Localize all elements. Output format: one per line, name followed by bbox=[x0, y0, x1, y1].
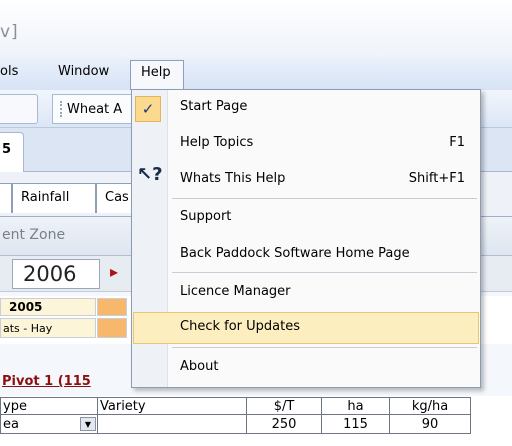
tab-previous[interactable] bbox=[0, 183, 12, 213]
chevron-down-icon[interactable]: ▼ bbox=[80, 417, 96, 431]
crop-combo-value: Wheat A bbox=[67, 102, 123, 117]
column-header-variety: Variety bbox=[97, 397, 247, 415]
tab-rainfall[interactable]: Rainfall bbox=[12, 183, 96, 213]
menu-item-label: Help Topics bbox=[180, 135, 254, 150]
menu-item-home-page[interactable]: Back Paddock Software Home Page bbox=[133, 239, 479, 271]
menu-item-start-page[interactable]: Start Page bbox=[133, 92, 479, 124]
toolbar-button[interactable] bbox=[0, 94, 38, 124]
toolbar-grip[interactable] bbox=[60, 101, 62, 117]
cell-ha[interactable]: 115 bbox=[321, 414, 390, 434]
menu-item-label: Start Page bbox=[180, 99, 248, 114]
menu-item-licence-manager[interactable]: Licence Manager bbox=[133, 277, 479, 309]
menu-separator bbox=[172, 272, 477, 273]
menu-help[interactable]: Help bbox=[130, 60, 184, 90]
window-title: v] bbox=[0, 22, 19, 42]
cell-kgha[interactable]: 90 bbox=[389, 414, 471, 434]
menu-item-label: Check for Updates bbox=[180, 319, 300, 334]
column-header-price: $/T bbox=[246, 397, 322, 415]
menu-item-label: About bbox=[180, 359, 219, 374]
menu-help-label: Help bbox=[141, 65, 171, 80]
cell-variety[interactable] bbox=[97, 414, 247, 434]
menu-item-label: Support bbox=[180, 209, 232, 224]
title-bar bbox=[0, 0, 512, 58]
menu-window[interactable]: Window bbox=[58, 64, 109, 79]
document-tab[interactable]: 5 bbox=[0, 132, 24, 172]
menu-item-check-for-updates[interactable]: Check for Updates bbox=[133, 312, 479, 344]
paddock-title[interactable]: Pivot 1 (115 bbox=[2, 374, 91, 389]
menu-item-whats-this-help[interactable]: Whats This Help Shift+F1 bbox=[133, 164, 479, 196]
next-year-arrow-icon[interactable]: ▸ bbox=[110, 262, 118, 281]
menu-item-help-topics[interactable]: Help Topics F1 bbox=[133, 128, 479, 160]
crop-combo[interactable]: Wheat A bbox=[52, 94, 137, 124]
shortcut-label: Shift+F1 bbox=[408, 171, 465, 186]
column-header-ha: ha bbox=[321, 397, 390, 415]
shortcut-label: F1 bbox=[449, 135, 465, 150]
menu-separator bbox=[172, 198, 477, 199]
tab-cas[interactable]: Cas bbox=[96, 183, 134, 213]
menu-tools[interactable]: ols bbox=[0, 64, 18, 79]
year-field[interactable]: 2006 bbox=[12, 259, 100, 289]
menu-item-about[interactable]: About bbox=[133, 352, 479, 384]
cell-price[interactable]: 250 bbox=[246, 414, 322, 434]
menu-item-support[interactable]: Support bbox=[133, 202, 479, 234]
menu-item-label: Whats This Help bbox=[180, 171, 286, 186]
menu-item-label: Licence Manager bbox=[180, 284, 291, 299]
column-header-kgha: kg/ha bbox=[389, 397, 471, 415]
grid-season-cell[interactable] bbox=[97, 318, 127, 338]
column-header-type: ype bbox=[0, 397, 98, 415]
zone-label: ent Zone bbox=[2, 227, 66, 243]
grid-season-cell[interactable] bbox=[97, 298, 127, 316]
grid-crop-cell[interactable]: ats - Hay bbox=[0, 318, 96, 338]
menu-separator bbox=[172, 347, 477, 348]
grid-year-cell[interactable]: 2005 bbox=[0, 298, 96, 316]
menu-item-label: Back Paddock Software Home Page bbox=[180, 246, 410, 261]
